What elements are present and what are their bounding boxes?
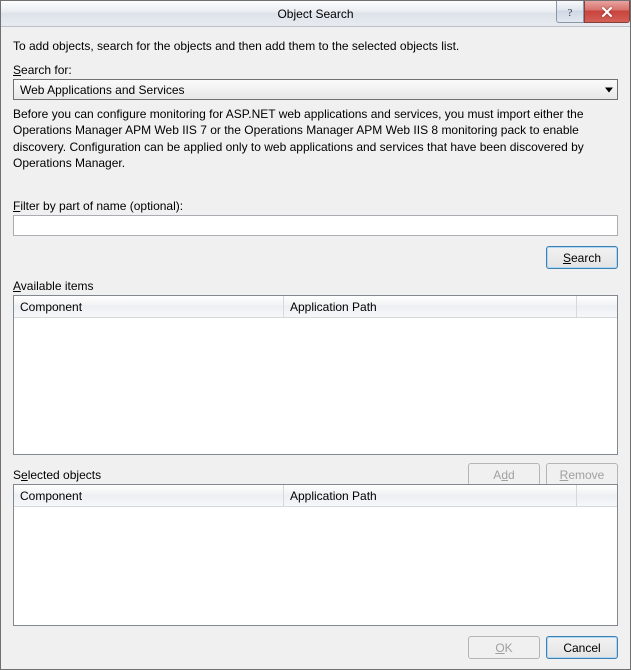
filter-block: Filter by part of name (optional): (13, 199, 618, 236)
available-items-grid[interactable]: Component Application Path (13, 295, 618, 455)
dialog-body: To add objects, search for the objects a… (1, 27, 630, 669)
close-button[interactable] (584, 1, 630, 23)
object-search-dialog: Object Search ? To add objects, search f… (0, 0, 631, 670)
titlebar: Object Search ? (1, 1, 630, 27)
titlebar-buttons: ? (556, 1, 630, 23)
cancel-button[interactable]: Cancel (546, 636, 618, 659)
filter-label: Filter by part of name (optional): (13, 199, 618, 213)
close-icon (601, 7, 613, 17)
column-spacer (577, 485, 617, 506)
column-component[interactable]: Component (14, 296, 284, 317)
available-grid-header: Component Application Path (14, 296, 617, 318)
column-application-path[interactable]: Application Path (284, 296, 577, 317)
description-text: Before you can configure monitoring for … (13, 106, 618, 171)
column-application-path[interactable]: Application Path (284, 485, 577, 506)
selected-grid-header: Component Application Path (14, 485, 617, 507)
chevron-down-icon (605, 87, 613, 92)
help-button[interactable]: ? (556, 1, 584, 23)
ok-button: OK (468, 636, 540, 659)
search-for-label: Search for: (13, 63, 618, 77)
selected-objects-grid[interactable]: Component Application Path (13, 484, 618, 626)
search-button[interactable]: Search (546, 246, 618, 269)
search-for-combo[interactable]: Web Applications and Services (13, 79, 618, 100)
selected-objects-label: Selected objects (13, 468, 101, 482)
available-items-label: Available items (13, 279, 618, 293)
filter-input[interactable] (13, 215, 618, 236)
intro-text: To add objects, search for the objects a… (13, 39, 618, 53)
window-title: Object Search (1, 7, 630, 21)
dialog-buttons: OK Cancel (13, 636, 618, 659)
search-button-row: Search (13, 246, 618, 269)
column-spacer (577, 296, 617, 317)
svg-text:?: ? (568, 7, 573, 18)
help-icon: ? (565, 6, 575, 18)
search-for-value: Web Applications and Services (20, 83, 185, 97)
column-component[interactable]: Component (14, 485, 284, 506)
